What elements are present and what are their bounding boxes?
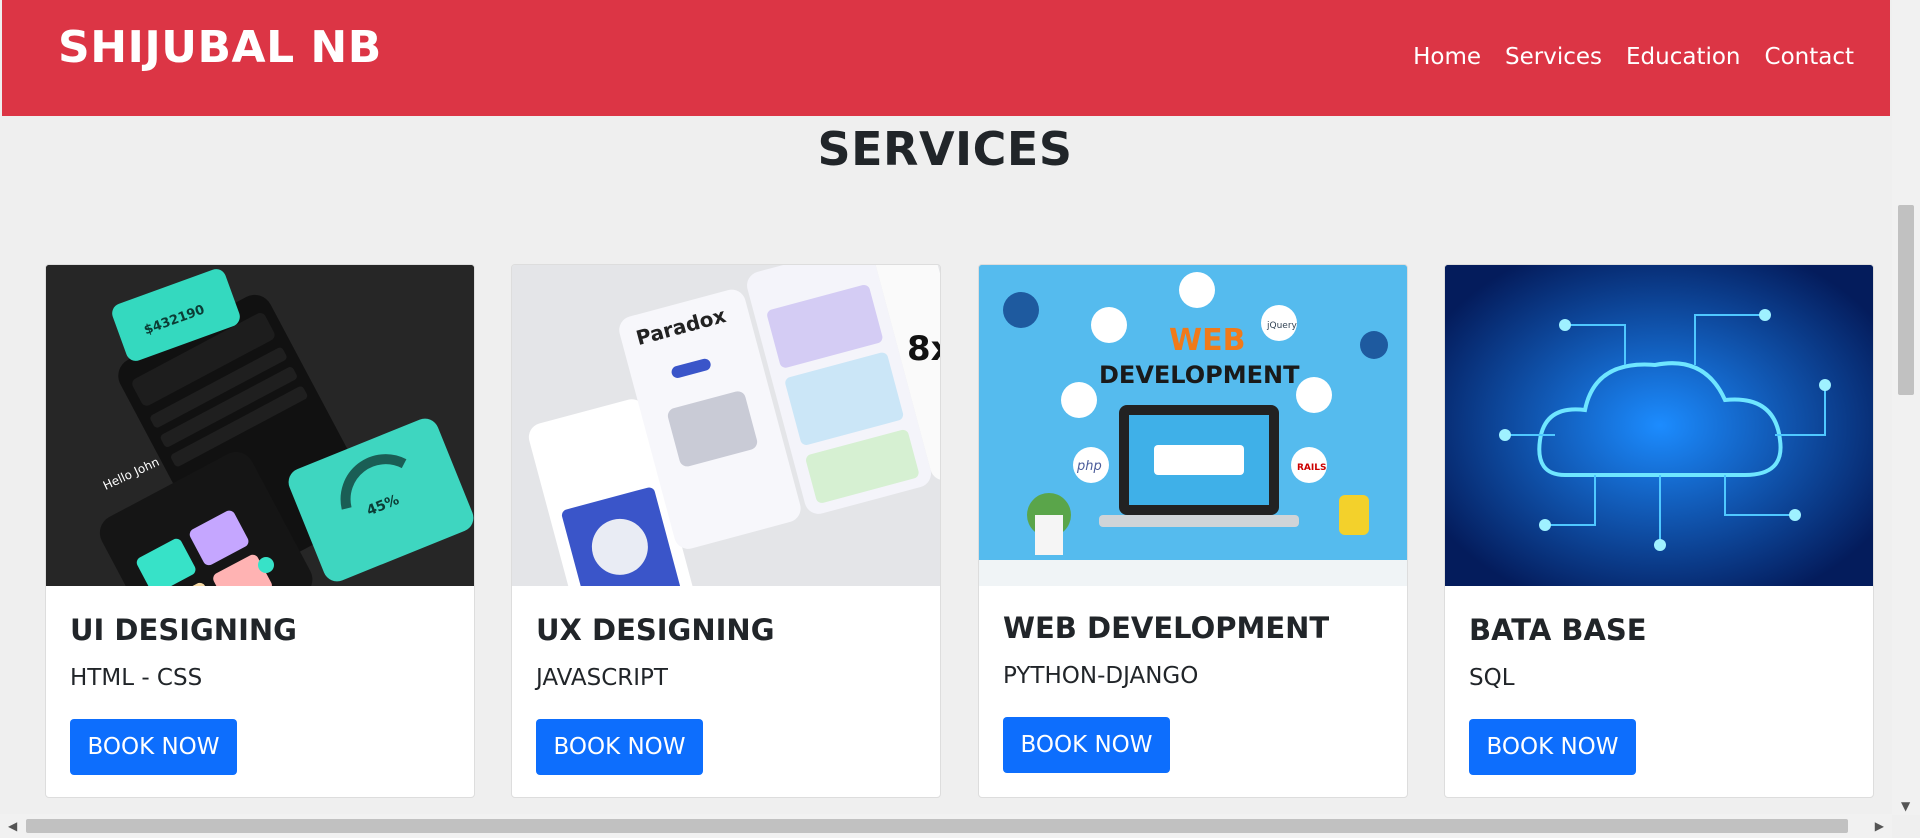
card-text: JAVASCRIPT	[536, 665, 668, 691]
vertical-scroll-thumb[interactable]	[1898, 205, 1914, 395]
book-now-button[interactable]: BOOK NOW	[1469, 719, 1636, 775]
card-title: BATA BASE	[1469, 613, 1647, 647]
card-title: UX DESIGNING	[536, 613, 775, 647]
nav-menu: Home Services Education Contact	[1413, 44, 1854, 70]
card-title: UI DESIGNING	[70, 613, 297, 647]
card-text: HTML - CSS	[70, 665, 203, 691]
horizontal-scrollbar[interactable]: ◀ ▶	[0, 814, 1892, 838]
card-text: PYTHON-DJANGO	[1003, 663, 1199, 689]
scroll-left-icon[interactable]: ◀	[8, 819, 17, 833]
navbar: SHIJUBAL NB Home Services Education Cont…	[2, 0, 1890, 116]
scroll-down-icon[interactable]: ▼	[1901, 799, 1910, 813]
card-title: WEB DEVELOPMENT	[1003, 611, 1330, 645]
book-now-button[interactable]: BOOK NOW	[70, 719, 237, 775]
ui-mockup-image: $432190 Hello John 45%	[46, 265, 474, 586]
book-now-button[interactable]: BOOK NOW	[1003, 717, 1170, 773]
web-dev-word-text: DEVELOPMENT	[1099, 361, 1300, 389]
section-title: SERVICES	[817, 122, 1073, 176]
horizontal-scroll-thumb[interactable]	[26, 819, 1848, 833]
card-text: SQL	[1469, 665, 1515, 691]
cloud-network-illustration	[1445, 265, 1873, 586]
nav-contact-link[interactable]: Contact	[1765, 44, 1854, 70]
ux-mockup-illustration: Paradox 8x	[512, 265, 940, 586]
nav-services-link[interactable]: Services	[1505, 44, 1602, 70]
service-card-web: WEB DEVELOPMENT php jQuery RAILS WEB DEV…	[978, 264, 1408, 798]
rails-logo-text: RAILS	[1297, 463, 1326, 473]
nav-education-link[interactable]: Education	[1626, 44, 1741, 70]
vertical-scrollbar[interactable]: ▼	[1892, 0, 1920, 815]
web-development-illustration: WEB DEVELOPMENT php jQuery RAILS	[979, 265, 1407, 586]
ui-mockup-illustration: $432190 Hello John 45%	[46, 265, 474, 586]
nav-home-link[interactable]: Home	[1413, 44, 1481, 70]
service-card-ui: $432190 Hello John 45% UI DESIGNING HTML…	[45, 264, 475, 798]
brand-title[interactable]: SHIJUBAL NB	[58, 22, 382, 73]
web-development-image: WEB DEVELOPMENT php jQuery RAILS	[979, 265, 1407, 586]
jquery-logo-text: jQuery	[1266, 321, 1298, 331]
service-card-ux: Paradox 8x UX DESIGNING JAVASCRIPT BOOK …	[511, 264, 941, 798]
scroll-right-icon[interactable]: ▶	[1875, 819, 1884, 833]
php-logo-text: php	[1076, 459, 1102, 474]
ux-mockup-image: Paradox 8x	[512, 265, 940, 586]
service-card-database: BATA BASE SQL BOOK NOW	[1444, 264, 1874, 798]
cloud-network-image	[1445, 265, 1873, 586]
book-now-button[interactable]: BOOK NOW	[536, 719, 703, 775]
web-word-text: WEB	[1169, 323, 1245, 358]
ux-big-text: 8x	[907, 329, 940, 369]
